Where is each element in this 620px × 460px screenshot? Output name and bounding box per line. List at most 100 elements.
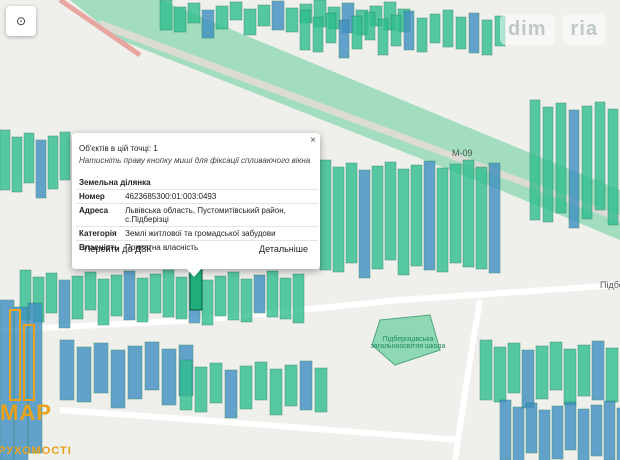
land-parcel[interactable] bbox=[159, 0, 173, 31]
land-parcel[interactable] bbox=[23, 132, 35, 184]
land-parcel[interactable] bbox=[215, 5, 229, 30]
close-icon[interactable]: × bbox=[310, 135, 316, 146]
land-parcel[interactable] bbox=[243, 8, 257, 36]
land-parcel[interactable] bbox=[605, 347, 619, 403]
land-parcel[interactable] bbox=[358, 169, 371, 279]
land-parcel[interactable] bbox=[227, 271, 240, 321]
land-parcel[interactable] bbox=[127, 345, 143, 400]
land-parcel[interactable] bbox=[0, 129, 11, 191]
land-parcel[interactable] bbox=[551, 405, 564, 460]
land-parcel[interactable] bbox=[507, 342, 521, 394]
land-parcel[interactable] bbox=[371, 165, 384, 270]
dzk-link[interactable]: Перейти до ДЗК bbox=[84, 244, 152, 254]
land-parcel[interactable] bbox=[364, 11, 376, 41]
land-parcel[interactable] bbox=[284, 364, 298, 407]
land-parcel[interactable] bbox=[110, 349, 126, 409]
land-parcel[interactable] bbox=[529, 99, 541, 221]
land-parcel[interactable] bbox=[455, 16, 467, 50]
land-parcel[interactable] bbox=[240, 278, 253, 323]
land-parcel[interactable] bbox=[594, 101, 606, 211]
land-parcel[interactable] bbox=[538, 409, 551, 460]
land-parcel[interactable] bbox=[416, 17, 428, 53]
land-parcel[interactable] bbox=[577, 344, 591, 397]
land-parcel[interactable] bbox=[542, 106, 554, 223]
land-parcel[interactable] bbox=[603, 400, 616, 460]
land-parcel[interactable] bbox=[377, 18, 389, 56]
land-parcel[interactable] bbox=[481, 19, 493, 56]
land-parcel[interactable] bbox=[209, 362, 223, 404]
land-parcel[interactable] bbox=[214, 275, 227, 317]
land-parcel[interactable] bbox=[338, 19, 350, 59]
land-parcel[interactable] bbox=[162, 269, 175, 318]
land-parcel[interactable] bbox=[201, 279, 214, 326]
land-parcel[interactable] bbox=[499, 399, 512, 460]
land-parcel[interactable] bbox=[345, 162, 358, 264]
land-parcel[interactable] bbox=[488, 162, 501, 274]
land-parcel[interactable] bbox=[525, 402, 538, 454]
land-parcel[interactable] bbox=[535, 345, 549, 400]
land-parcel[interactable] bbox=[194, 366, 208, 413]
land-parcel[interactable] bbox=[97, 278, 110, 326]
land-parcel[interactable] bbox=[59, 131, 71, 181]
land-parcel[interactable] bbox=[266, 270, 279, 318]
land-parcel[interactable] bbox=[149, 273, 162, 314]
land-parcel[interactable] bbox=[271, 0, 285, 31]
land-parcel[interactable] bbox=[201, 9, 215, 39]
land-parcel[interactable] bbox=[607, 108, 619, 226]
land-parcel[interactable] bbox=[410, 164, 423, 267]
land-parcel[interactable] bbox=[555, 102, 567, 214]
land-parcel[interactable] bbox=[332, 166, 345, 273]
land-parcel[interactable] bbox=[253, 274, 266, 314]
details-link[interactable]: Детальніше bbox=[259, 244, 308, 254]
land-parcel[interactable] bbox=[279, 277, 292, 320]
land-parcel[interactable] bbox=[285, 7, 299, 33]
land-parcel[interactable] bbox=[581, 105, 593, 220]
land-parcel[interactable] bbox=[93, 342, 109, 394]
land-parcel[interactable] bbox=[292, 273, 305, 324]
land-parcel[interactable] bbox=[403, 10, 415, 51]
land-parcel[interactable] bbox=[351, 15, 363, 50]
land-parcel[interactable] bbox=[423, 160, 436, 271]
land-parcel[interactable] bbox=[229, 1, 243, 21]
land-parcel[interactable] bbox=[462, 159, 475, 268]
land-parcel[interactable] bbox=[175, 276, 188, 320]
land-parcel[interactable] bbox=[136, 277, 149, 323]
land-parcel[interactable] bbox=[269, 368, 283, 416]
land-parcel[interactable] bbox=[110, 274, 123, 317]
land-parcel[interactable] bbox=[224, 369, 238, 419]
land-parcel[interactable] bbox=[187, 2, 201, 24]
land-parcel[interactable] bbox=[257, 4, 271, 27]
land-parcel[interactable] bbox=[390, 14, 402, 47]
land-parcel[interactable] bbox=[312, 16, 324, 53]
land-parcel[interactable] bbox=[47, 135, 59, 190]
land-parcel[interactable] bbox=[468, 12, 480, 54]
land-parcel[interactable] bbox=[521, 349, 535, 409]
land-parcel[interactable] bbox=[179, 359, 193, 411]
land-parcel[interactable] bbox=[564, 401, 577, 451]
land-parcel[interactable] bbox=[299, 360, 313, 411]
land-parcel[interactable] bbox=[475, 166, 488, 270]
land-parcel[interactable] bbox=[35, 139, 47, 199]
land-parcel[interactable] bbox=[397, 168, 410, 276]
land-parcel[interactable] bbox=[436, 167, 449, 273]
land-parcel[interactable] bbox=[563, 348, 577, 406]
locate-button[interactable]: ⊙ bbox=[6, 6, 36, 36]
land-parcel[interactable] bbox=[161, 348, 177, 406]
land-parcel[interactable] bbox=[549, 341, 563, 391]
land-parcel[interactable] bbox=[384, 161, 397, 261]
land-parcel[interactable] bbox=[493, 346, 507, 403]
land-parcel[interactable] bbox=[144, 341, 160, 391]
land-parcel[interactable] bbox=[173, 6, 187, 33]
land-parcel[interactable] bbox=[590, 404, 603, 457]
land-parcel[interactable] bbox=[568, 109, 580, 229]
land-parcel[interactable] bbox=[239, 365, 253, 410]
land-parcel[interactable] bbox=[319, 159, 332, 271]
land-parcel[interactable] bbox=[11, 136, 23, 193]
land-parcel[interactable] bbox=[325, 12, 337, 44]
land-parcel[interactable] bbox=[449, 163, 462, 264]
land-parcel[interactable] bbox=[299, 9, 311, 51]
land-parcel[interactable] bbox=[577, 408, 590, 460]
land-parcel[interactable] bbox=[591, 340, 605, 401]
land-parcel[interactable] bbox=[254, 361, 268, 401]
land-parcel[interactable] bbox=[512, 406, 525, 460]
